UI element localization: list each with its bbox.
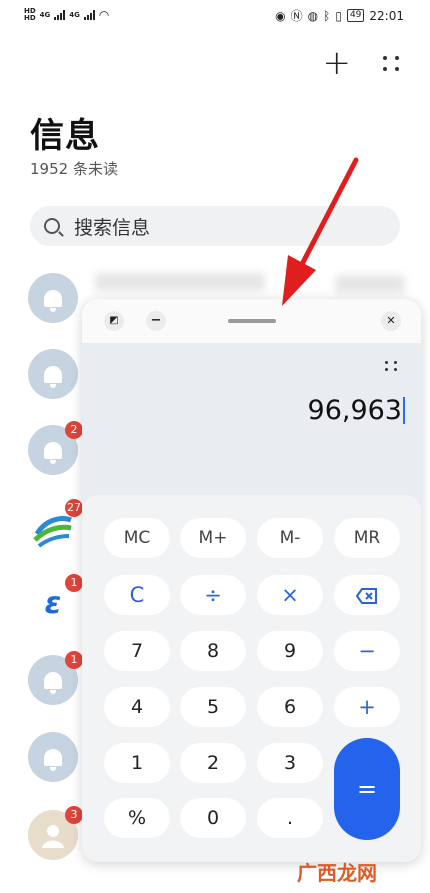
mc-key[interactable]: MC — [104, 518, 170, 558]
eye-icon: ◉ — [275, 8, 286, 23]
list-item-avatar[interactable]: 27 — [28, 499, 83, 553]
display-value: 96,963 — [307, 395, 402, 426]
new-message-icon[interactable]: + — [323, 46, 352, 80]
vibrate-icon: ▯ — [335, 8, 342, 23]
wifi-icon: ◠ — [98, 8, 110, 22]
sim2-label: HD — [24, 14, 36, 22]
drag-handle[interactable] — [228, 319, 276, 323]
more-options-icon[interactable] — [383, 55, 400, 71]
alarm-icon: ◍ — [307, 8, 319, 23]
digit-6-key[interactable]: 6 — [257, 687, 323, 727]
list-item-avatar[interactable]: 2 — [28, 421, 83, 475]
backspace-icon — [355, 588, 377, 604]
search-icon — [44, 218, 60, 234]
close-button[interactable]: ✕ — [381, 311, 401, 331]
digit-9-key[interactable]: 9 — [257, 631, 323, 671]
digit-3-key[interactable]: 3 — [257, 743, 323, 783]
signal-icon-2 — [83, 10, 95, 20]
m-plus-key[interactable]: M+ — [180, 518, 246, 558]
header-actions: + — [323, 46, 401, 80]
status-bar: HD HD 4G 4G ◠ ◉ Ⓝ ◍ ᛒ ▯ 49 22:01 — [0, 0, 430, 30]
search-bar[interactable]: 搜索信息 — [30, 206, 400, 246]
digit-4-key[interactable]: 4 — [104, 687, 170, 727]
minimize-button[interactable]: − — [146, 311, 166, 331]
status-right: ◉ Ⓝ ◍ ᛒ ▯ 49 22:01 — [275, 7, 404, 24]
digit-1-key[interactable]: 1 — [104, 743, 170, 783]
clock: 22:01 — [369, 8, 404, 23]
expand-icon[interactable]: ◩ — [104, 311, 124, 331]
bell-icon — [44, 671, 62, 694]
calculator-title-bar[interactable]: ◩ − ✕ — [82, 299, 421, 343]
blurred-time — [335, 275, 405, 293]
plus-key[interactable]: + — [334, 687, 400, 727]
unread-badge: 1 — [65, 574, 83, 592]
decimal-key[interactable]: . — [257, 798, 323, 838]
clear-key[interactable]: C — [104, 575, 170, 615]
multiply-key[interactable]: × — [257, 575, 323, 615]
divide-key[interactable]: ÷ — [180, 575, 246, 615]
unread-count: 1952 条未读 — [30, 160, 118, 178]
nfc-icon: Ⓝ — [290, 9, 303, 23]
unread-badge: 2 — [65, 421, 83, 439]
mr-key[interactable]: MR — [334, 518, 400, 558]
page-title: 信息 — [30, 116, 100, 156]
digit-0-key[interactable]: 0 — [180, 798, 246, 838]
backspace-key[interactable] — [334, 575, 400, 615]
person-icon — [42, 825, 64, 848]
bell-icon — [44, 748, 62, 771]
percent-key[interactable]: % — [104, 798, 170, 838]
battery-icon: 49 — [346, 9, 365, 22]
blurred-sender — [95, 273, 265, 291]
bell-icon — [44, 365, 62, 388]
unread-badge: 1 — [65, 651, 83, 669]
unread-badge: 27 — [65, 499, 83, 517]
unread-badge: 3 — [65, 806, 83, 824]
list-item-avatar[interactable] — [28, 349, 78, 399]
minus-key[interactable]: − — [334, 631, 400, 671]
list-item-avatar[interactable] — [28, 273, 78, 323]
watermark: 广西龙网 — [297, 861, 377, 885]
m-minus-key[interactable]: M- — [257, 518, 323, 558]
signal-group: HD HD 4G 4G ◠ — [24, 8, 110, 23]
digit-7-key[interactable]: 7 — [104, 631, 170, 671]
calculator-display: 96,963 — [308, 395, 405, 426]
calculator-keypad: MC M+ M- MR C ÷ × 7 8 9 − 4 5 6 + 1 2 3 … — [82, 495, 421, 862]
text-cursor — [403, 397, 405, 424]
sim-labels: HD HD — [24, 8, 36, 22]
list-item-avatar[interactable]: 1 — [28, 651, 83, 705]
calculator-display-area: 96,963 — [82, 343, 421, 495]
list-item-avatar[interactable] — [28, 732, 78, 782]
list-item-avatar[interactable]: ε 1 — [28, 574, 83, 628]
calculator-more-icon[interactable] — [385, 361, 399, 371]
bluetooth-icon: ᛒ — [323, 8, 331, 23]
list-item-avatar[interactable]: 3 — [28, 806, 83, 860]
bell-icon — [44, 289, 62, 312]
bell-icon — [44, 441, 62, 464]
search-input[interactable]: 搜索信息 — [74, 213, 150, 240]
signal-icon — [54, 10, 66, 20]
network-type-1: 4G — [39, 10, 51, 19]
equals-key[interactable]: = — [334, 738, 400, 840]
digit-5-key[interactable]: 5 — [180, 687, 246, 727]
digit-8-key[interactable]: 8 — [180, 631, 246, 671]
digit-2-key[interactable]: 2 — [180, 743, 246, 783]
network-type-2: 4G — [69, 10, 80, 19]
floating-calculator: ◩ − ✕ 96,963 MC M+ M- MR C ÷ × 7 8 9 − 4… — [82, 299, 421, 862]
china-telecom-logo: ε — [44, 585, 62, 621]
